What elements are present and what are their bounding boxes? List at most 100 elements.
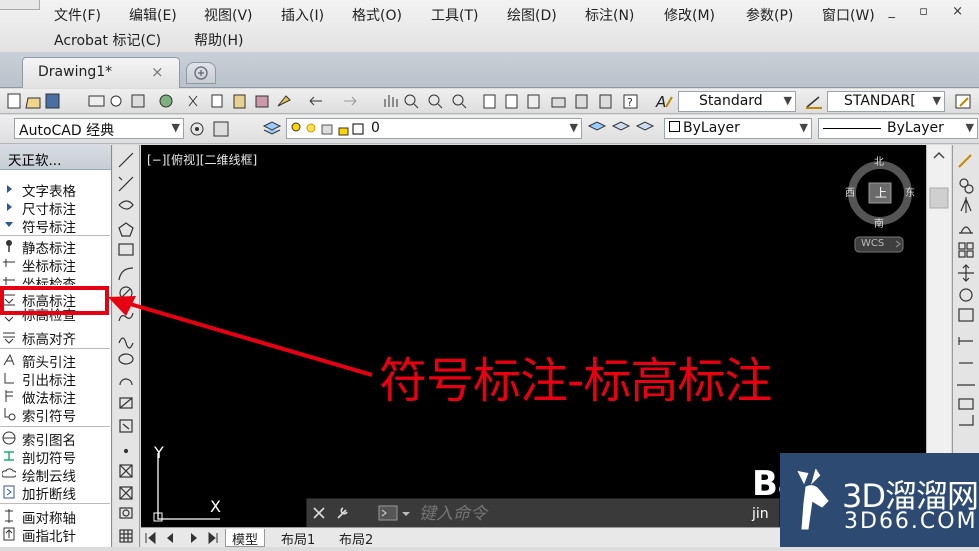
ucs-icon [153,453,220,522]
break-line-icon [2,484,16,499]
north-arrow-icon [2,526,16,541]
palette-item-index-symbol[interactable]: 索引符号 [0,405,110,425]
method-icon [2,388,16,403]
compass-west[interactable]: 西 [845,184,855,199]
color-swatch [669,121,680,132]
layout-nav-arrows-icon[interactable] [145,530,225,546]
menu-modify[interactable]: 修改(M) [664,5,715,25]
compass-north[interactable]: 北 [874,153,884,168]
linetype-select[interactable]: ByLayer ▼ [818,118,978,139]
menu-insert[interactable]: 插入(I) [281,5,324,25]
layers-toolbar: AutoCAD 经典 ▼ 0 ▼ ByLayer ▼ ByLayer ▼ [0,115,979,144]
watermark-partial-text-2: jin [752,506,769,522]
app-logo[interactable] [0,0,40,10]
palette-item-cloud[interactable]: 绘制云线 [0,465,110,485]
chevron-down-icon: ▼ [965,121,974,134]
dim-style-select[interactable]: STANDAR[▼ [827,91,945,112]
command-input[interactable] [417,502,771,526]
standard-toolbar: ? A Standard ▼ STANDAR[▼ [0,89,979,114]
menu-file[interactable]: 文件(F) [54,5,101,25]
ucs-y-label: Y [154,443,164,462]
menu-bar: 文件(F) 编辑(E) 视图(V) 插入(I) 格式(O) 工具(T) 绘图(D… [0,0,979,52]
compass-east[interactable]: 东 [905,184,915,199]
compass-south[interactable]: 南 [874,215,884,230]
menu-view[interactable]: 视图(V) [204,5,253,25]
tab-layout1[interactable]: 布局1 [275,529,321,548]
annotation-text: 符号标注-标高标注 [379,353,772,409]
triangle-right-icon [2,199,16,214]
workspace-select[interactable]: AutoCAD 经典 ▼ [14,118,184,139]
linetype-sample [823,127,881,129]
svg-text:?: ? [627,96,633,109]
palette-item-index-name[interactable]: 索引图名 [0,429,110,449]
watermark-url: 3D66.COM [844,509,978,534]
menu-edit[interactable]: 编辑(E) [129,5,177,25]
palette-item-coord-dim[interactable]: 坐标标注 [0,255,110,275]
tab-drawing1[interactable]: Drawing1* × [22,57,180,88]
layer-state-icons [291,122,364,136]
palette-item-north-arrow[interactable]: 画指北针 [0,525,110,545]
annotation-arrow-icon [0,286,373,377]
close-icon[interactable]: × [151,63,164,81]
svg-text:A: A [655,93,666,111]
menu-parametric[interactable]: 参数(P) [746,5,793,25]
divider [0,235,110,236]
chevron-down-icon: ▼ [783,94,792,107]
menu-format[interactable]: 格式(O) [352,5,402,25]
tab-model[interactable]: 模型 [225,529,266,548]
palette-item-static-dim[interactable]: 静态标注 [0,237,110,257]
viewcube-face-top[interactable]: 上 [875,184,887,201]
current-layer: 0 [371,120,380,136]
palette-item-text-table[interactable]: 文字表格 [0,180,110,200]
list-item-cut [0,172,110,180]
workspace-settings-icons[interactable] [188,120,234,139]
scroll-up-icon [929,151,949,209]
cloud-icon [1,466,18,481]
text-style-icon[interactable]: A [654,92,674,111]
chevron-down-icon: ▼ [799,121,808,134]
standard-toolbar-icons[interactable]: ? [6,92,646,111]
divider [0,426,110,427]
menu-dimension[interactable]: 标注(N) [585,5,634,25]
palette-item-break-line[interactable]: 加折断线 [0,483,110,503]
layer-tools-icons[interactable] [586,120,658,139]
command-line-buttons[interactable] [311,504,373,524]
palette-item-symbol[interactable]: 符号标注 [0,216,110,236]
palette-item-dimension[interactable]: 尺寸标注 [0,198,110,218]
triangle-right-icon [2,181,16,196]
layer-select[interactable]: 0 ▼ [286,118,582,139]
document-tab-strip: Drawing1* × [0,52,979,88]
plus-icon [194,66,208,80]
window-controls[interactable]: _ ▫ × [889,4,973,19]
wcs-menu[interactable]: WCS [861,238,884,249]
menu-window[interactable]: 窗口(W) [822,5,875,25]
triangle-down-icon [2,217,16,232]
palette-header[interactable]: 天正软... [0,145,111,170]
index-symbol-icon [2,406,16,421]
pin-icon [2,238,16,253]
palette-item-section[interactable]: 剖切符号 [0,447,110,467]
palette-item-symmetry-axis[interactable]: 画对称轴 [0,507,110,527]
palette-title: 天正软... [8,153,62,169]
viewport-label[interactable]: [−][俯视][二维线框] [147,151,257,168]
coord-icon [2,256,16,271]
new-tab-button[interactable] [186,62,216,84]
table-style-icon[interactable] [954,92,974,111]
menu-draw[interactable]: 绘图(D) [507,5,557,25]
tab-layout2[interactable]: 布局2 [333,529,379,548]
menu-acrobat[interactable]: Acrobat 标记(C) [54,30,161,50]
viewcube[interactable]: 北 南 西 东 上 WCS [841,153,921,263]
menu-tools[interactable]: 工具(T) [431,5,478,25]
menu-help[interactable]: 帮助(H) [194,30,243,50]
color-select[interactable]: ByLayer ▼ [664,118,812,139]
dim-style-icon[interactable] [804,92,824,111]
command-line [306,498,780,528]
chevron-down-icon: ▼ [932,94,941,107]
text-style-select[interactable]: Standard ▼ [678,91,796,112]
layer-manager-icon[interactable] [262,120,284,139]
tab-title: Drawing1* [38,64,113,80]
watermark-logo: 3D溜溜网 3D66.COM [780,453,979,547]
command-prompt-icon[interactable] [377,504,413,524]
divider [0,503,110,504]
index-name-icon [2,430,16,445]
